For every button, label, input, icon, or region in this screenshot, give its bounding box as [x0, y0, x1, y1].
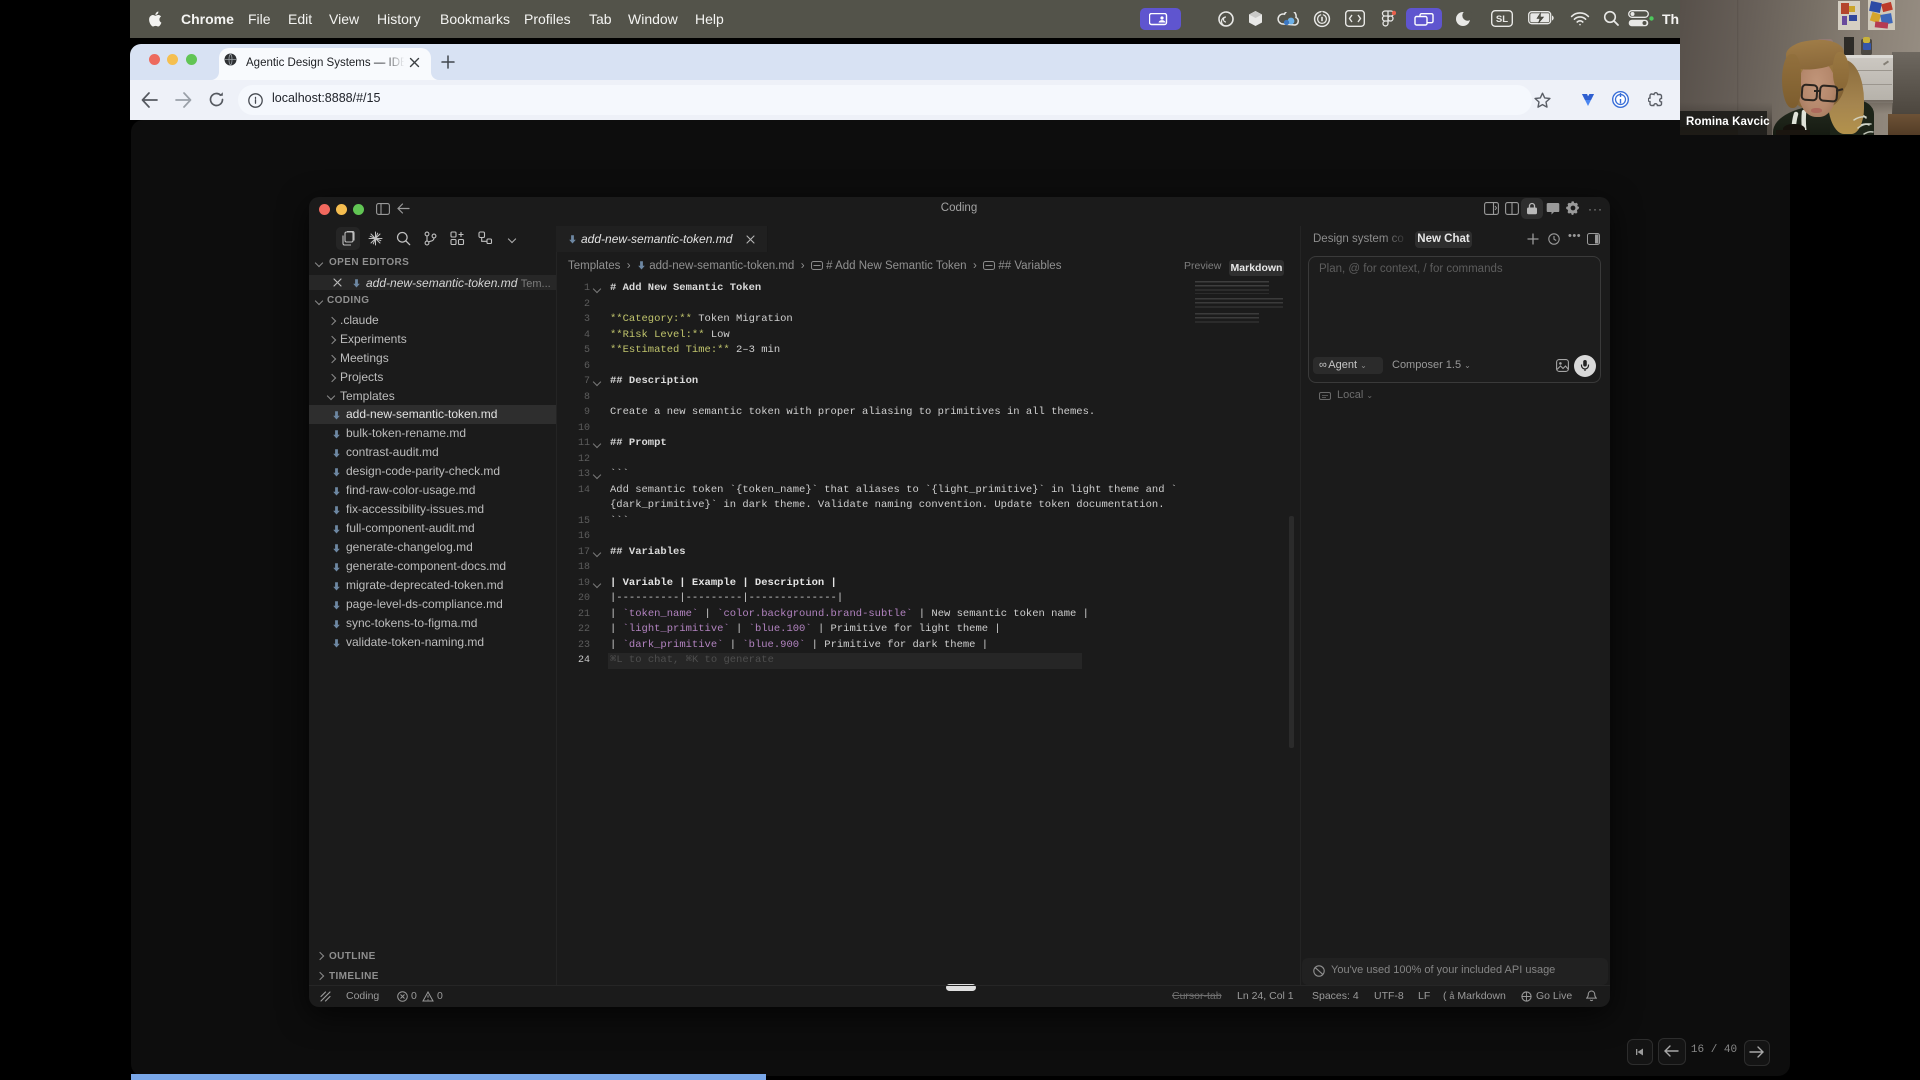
- svg-text:SL: SL: [1496, 14, 1508, 25]
